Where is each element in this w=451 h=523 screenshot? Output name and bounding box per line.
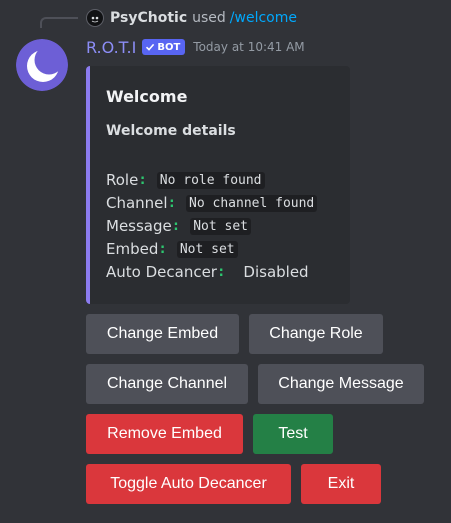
change-message-button[interactable]: Change Message — [258, 364, 424, 404]
change-channel-button[interactable]: Change Channel — [86, 364, 248, 404]
field-value: No channel found — [186, 194, 318, 212]
change-embed-button[interactable]: Change Embed — [86, 314, 239, 354]
field-value: Not set — [176, 240, 238, 258]
field-label: Embed — [106, 240, 159, 258]
field-role: Role: No role found — [106, 169, 265, 191]
field-channel: Channel: No channel found — [106, 192, 318, 214]
author-name[interactable]: R.O.T.I — [86, 38, 136, 57]
reply-used-text: used — [192, 10, 226, 26]
message-header: R.O.T.I BOT Today at 10:41 AM — [86, 36, 305, 58]
embed-subtitle: Welcome details — [106, 123, 236, 139]
change-role-button[interactable]: Change Role — [249, 314, 383, 354]
field-auto-decancer: Auto Decancer: Disabled — [106, 261, 309, 283]
field-label: Channel — [106, 194, 168, 212]
embed-title: Welcome — [106, 87, 188, 106]
field-message: Message: Not set — [106, 215, 251, 237]
bot-tag: BOT — [142, 39, 186, 55]
field-value: Disabled — [243, 263, 309, 281]
field-embed: Embed: Not set — [106, 238, 238, 260]
reply-spine — [40, 17, 78, 28]
field-label: Role — [106, 171, 139, 189]
remove-embed-button[interactable]: Remove Embed — [86, 414, 243, 454]
field-colon: : — [158, 241, 167, 257]
bot-tag-label: BOT — [157, 41, 181, 53]
user-avatar-icon[interactable] — [86, 9, 104, 27]
field-value: Not set — [190, 217, 251, 235]
bot-message: PsyChotic used /welcome R.O.T.I BOT Toda… — [0, 0, 451, 523]
field-colon: : — [138, 172, 147, 188]
bot-avatar[interactable] — [16, 39, 68, 91]
field-label: Message — [106, 217, 172, 235]
exit-button[interactable]: Exit — [301, 464, 381, 504]
field-value: No role found — [156, 171, 265, 189]
field-label: Auto Decancer — [106, 263, 217, 281]
timestamp: Today at 10:41 AM — [193, 40, 305, 54]
field-colon: : — [216, 264, 226, 280]
check-icon — [146, 43, 155, 51]
toggle-auto-decancer-button[interactable]: Toggle Auto Decancer — [86, 464, 291, 504]
test-button[interactable]: Test — [253, 414, 333, 454]
embed: Welcome Welcome details Role: No role fou… — [86, 66, 350, 304]
moon-avatar-icon — [16, 39, 68, 91]
command-link[interactable]: /welcome — [230, 10, 297, 26]
command-reply[interactable]: PsyChotic used /welcome — [86, 8, 297, 28]
reply-username[interactable]: PsyChotic — [110, 10, 187, 26]
field-colon: : — [167, 195, 177, 211]
field-colon: : — [171, 218, 181, 234]
